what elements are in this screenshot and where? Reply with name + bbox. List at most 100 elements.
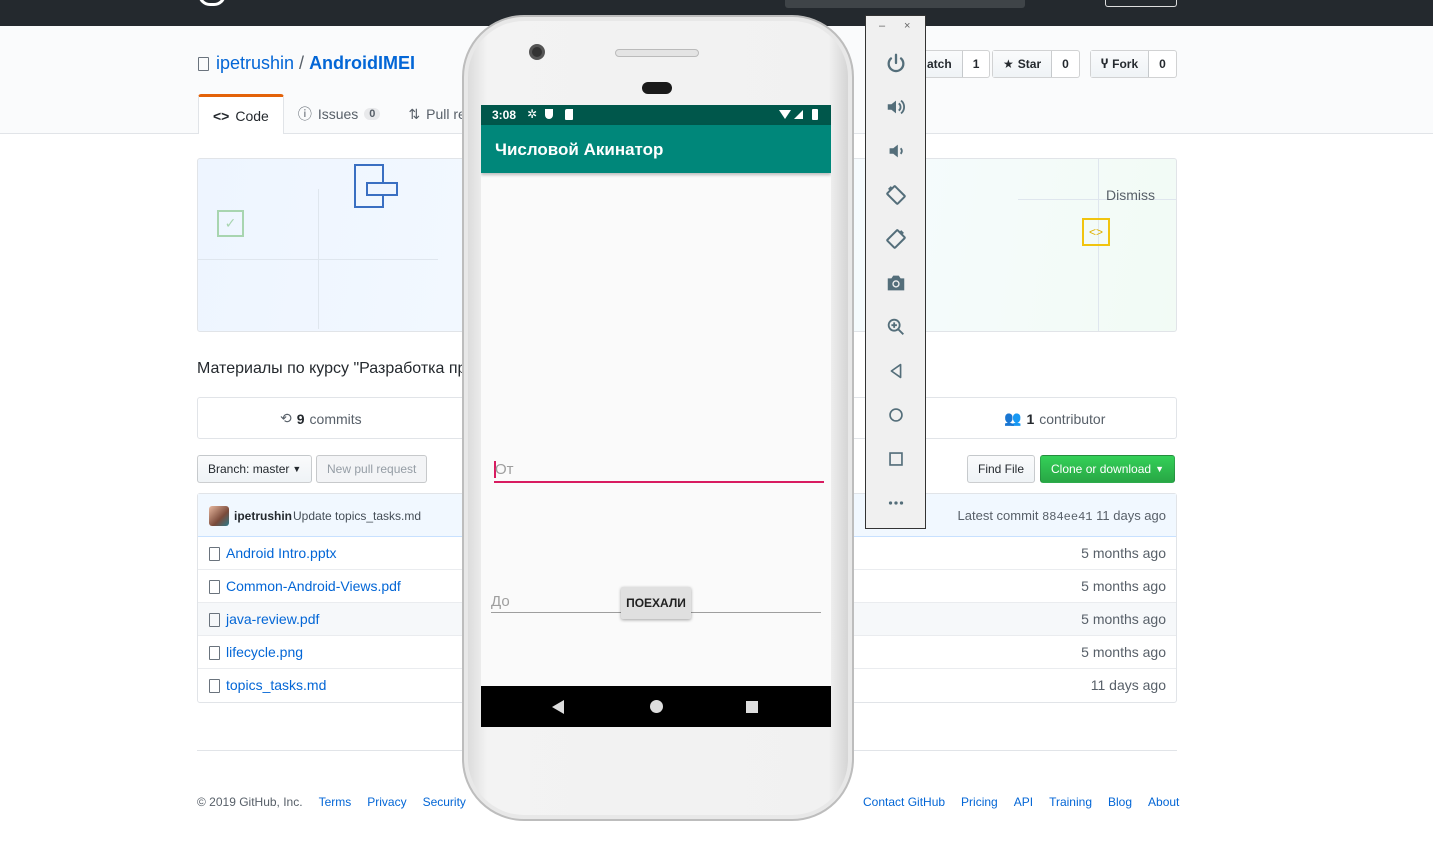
file-name-link[interactable]: java-review.pdf (226, 611, 319, 627)
commit-author[interactable]: ipetrushin (234, 509, 292, 523)
from-input[interactable]: От (494, 457, 824, 483)
checkbox-illustration-icon: ✓ (217, 210, 244, 237)
contributors-link[interactable]: 👥 1 contributor (1004, 410, 1105, 427)
footer-left: © 2019 GitHub, Inc. Terms Privacy Securi… (197, 795, 466, 809)
star-count[interactable]: 0 (1052, 51, 1079, 77)
repo-description: Материалы по курсу "Разработка пр (197, 360, 467, 377)
repo-name-link[interactable]: AndroidIMEI (309, 53, 415, 74)
file-icon (209, 613, 220, 627)
star-button[interactable]: ★ Star (993, 51, 1053, 77)
front-camera-icon (529, 44, 545, 60)
fork-icon: Ⴤ (1101, 57, 1109, 71)
footer-link-privacy[interactable]: Privacy (367, 795, 406, 809)
contributors-label: contributor (1039, 410, 1106, 427)
clone-download-button[interactable]: Clone or download ▼ (1040, 455, 1175, 483)
home-icon[interactable] (881, 400, 911, 430)
file-name-link[interactable]: Common-Android-Views.pdf (226, 578, 401, 594)
go-button[interactable]: ПОЕХАЛИ (621, 587, 691, 619)
nav-back-icon[interactable] (552, 700, 564, 714)
branch-label: Branch: master (208, 462, 290, 476)
emulator-toolbar: – × (865, 15, 926, 529)
minimize-button[interactable]: – (879, 20, 885, 32)
zoom-icon[interactable] (881, 312, 911, 342)
to-input-placeholder: До (491, 593, 510, 610)
android-nav-bar (481, 686, 831, 727)
code-illustration-icon: <> (1082, 218, 1110, 246)
footer-link-pricing[interactable]: Pricing (961, 795, 998, 809)
fork-count[interactable]: 0 (1149, 51, 1176, 77)
file-age: 5 months ago (1081, 578, 1166, 594)
watch-count[interactable]: 1 (963, 51, 990, 77)
contributors-count: 1 (1026, 410, 1035, 427)
file-age: 5 months ago (1081, 545, 1166, 561)
app-title: Числовой Акинатор (495, 140, 664, 159)
fork-group: Ⴤ Fork 0 (1090, 50, 1177, 78)
copyright: © 2019 GitHub, Inc. (197, 795, 303, 809)
more-icon[interactable] (881, 488, 911, 518)
watch-label: atch (927, 57, 952, 71)
commit-sha[interactable]: 884ee41 (1042, 510, 1092, 524)
camera-icon[interactable] (881, 268, 911, 298)
tab-code[interactable]: <> Code (198, 94, 284, 134)
history-icon: ⟲ (280, 410, 292, 426)
sign-button[interactable] (1105, 0, 1177, 7)
phone-screen[interactable]: 3:08 ✲ Числовой Акинатор От До ПОЕХАЛИ (481, 105, 831, 727)
file-icon (209, 580, 220, 594)
github-logo-icon[interactable] (198, 0, 226, 6)
file-icon (209, 679, 220, 693)
pull-request-icon: ⇅ (408, 105, 421, 122)
nav-overview-icon[interactable] (746, 701, 758, 713)
file-name-link[interactable]: topics_tasks.md (226, 677, 326, 693)
repo-owner-link[interactable]: ipetrushin (216, 53, 294, 74)
footer-link-api[interactable]: API (1014, 795, 1033, 809)
dismiss-button[interactable]: Dismiss (1106, 187, 1155, 203)
footer-link-security[interactable]: Security (423, 795, 466, 809)
issues-counter: 0 (364, 108, 381, 120)
footer-link-terms[interactable]: Terms (319, 795, 352, 809)
caret-down-icon: ▼ (1155, 464, 1164, 474)
volume-down-icon[interactable] (881, 136, 911, 166)
footer-link-about[interactable]: About (1148, 795, 1179, 809)
tab-code-label: Code (235, 107, 269, 124)
latest-commit-info: Latest commit 884ee41 11 days ago (958, 508, 1166, 524)
caret-down-icon: ▼ (292, 464, 302, 474)
volume-up-icon[interactable] (881, 92, 911, 122)
new-pull-request-button[interactable]: New pull request (316, 455, 428, 483)
power-icon[interactable] (881, 48, 911, 78)
file-name-link[interactable]: lifecycle.png (226, 644, 303, 660)
fork-button[interactable]: Ⴤ Fork (1091, 51, 1150, 77)
nav-home-icon[interactable] (650, 700, 663, 713)
from-input-placeholder: От (495, 461, 514, 478)
earpiece-speaker (615, 49, 699, 57)
commit-message[interactable]: Update topics_tasks.md (293, 509, 421, 523)
battery-status-icon (812, 109, 818, 120)
status-time: 3:08 (492, 108, 517, 122)
avatar[interactable] (209, 506, 229, 526)
close-button[interactable]: × (904, 20, 910, 32)
star-icon: ★ (1003, 57, 1014, 71)
tab-issues[interactable]: ⓘ Issues 0 (284, 94, 395, 134)
repo-title: ipetrushin / AndroidIMEI (198, 53, 415, 74)
branch-select[interactable]: Branch: master ▼ (197, 455, 313, 483)
commits-link[interactable]: ⟲ 9 commits (280, 410, 362, 427)
signal-status-icon (794, 110, 803, 119)
footer-link-contact[interactable]: Contact GitHub (863, 795, 945, 809)
file-name-link[interactable]: Android Intro.pptx (226, 545, 337, 561)
footer-link-training[interactable]: Training (1049, 795, 1092, 809)
footer-right: Contact GitHub Pricing API Training Blog… (863, 795, 1179, 809)
app-toolbar: Числовой Акинатор (481, 125, 831, 173)
star-label: Star (1017, 57, 1042, 71)
star-group: ★ Star 0 (992, 50, 1080, 78)
rotate-right-icon[interactable] (881, 224, 911, 254)
repo-separator: / (299, 53, 305, 73)
wifi-status-icon (779, 110, 791, 119)
footer-link-blog[interactable]: Blog (1108, 795, 1132, 809)
file-age: 5 months ago (1081, 644, 1166, 660)
back-icon[interactable] (881, 356, 911, 386)
find-file-button[interactable]: Find File (967, 455, 1036, 483)
search-input[interactable] (785, 0, 1025, 8)
rotate-left-icon[interactable] (881, 180, 911, 210)
overview-icon[interactable] (881, 444, 911, 474)
code-icon: <> (213, 107, 230, 124)
commits-label: commits (309, 410, 362, 427)
